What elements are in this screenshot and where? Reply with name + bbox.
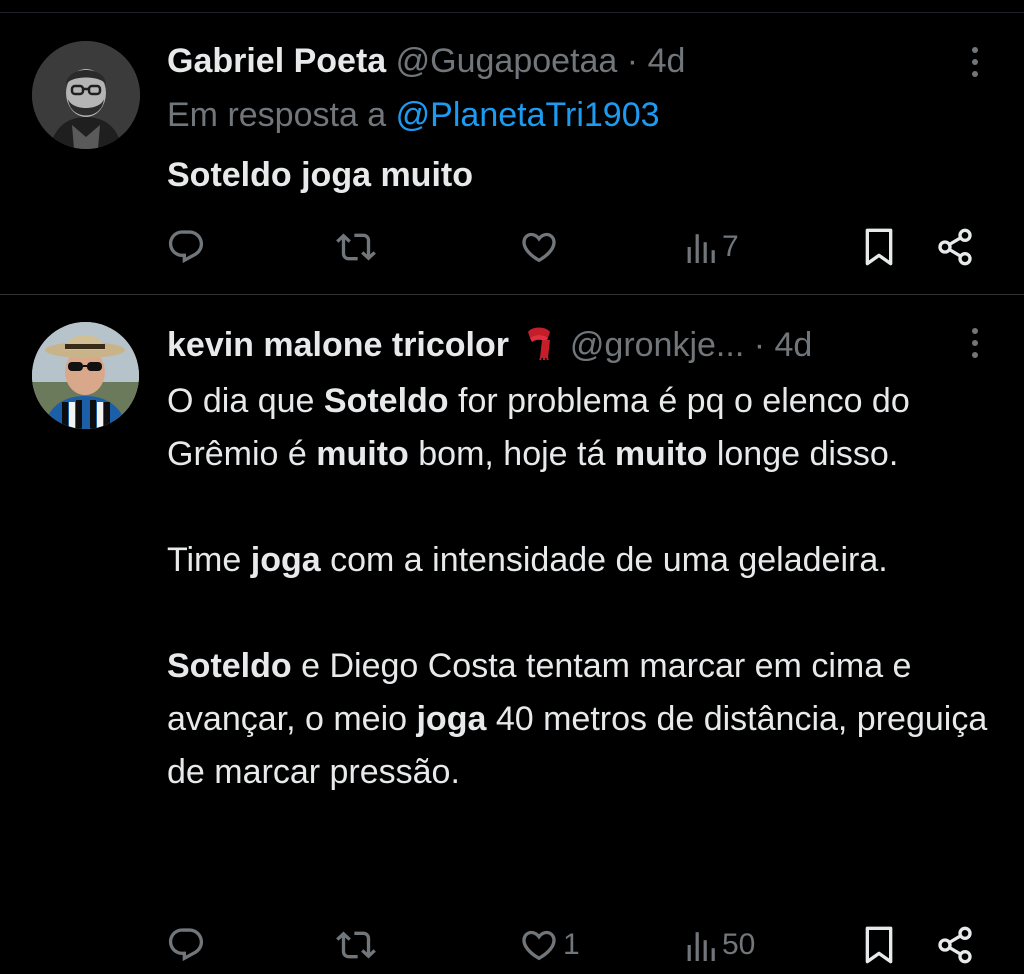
separator-dot: · (753, 326, 766, 364)
tweet-header: kevin malone tricolor @gronkje... · 4d (167, 324, 812, 369)
reply-prefix: Em resposta a (167, 96, 387, 134)
reply-button[interactable] (166, 923, 210, 967)
heart-icon (522, 232, 556, 263)
avatar[interactable] (32, 322, 139, 429)
reply-icon (168, 928, 204, 962)
highlight-term: joga (250, 541, 321, 579)
like-count: 1 (563, 928, 580, 961)
author-name[interactable]: kevin malone tricolor (167, 326, 509, 364)
text-segment: com a intensidade de uma geladeira. (320, 541, 888, 579)
paragraph-3: Soteldo e Diego Costa tentam marcar em c… (167, 640, 1007, 799)
like-button[interactable]: 1 (519, 923, 580, 967)
tweet-header: Gabriel Poeta @Gugapoetaa · 4d (167, 41, 685, 81)
action-bar: 1 50 (0, 923, 1024, 967)
timestamp[interactable]: 4d (648, 42, 686, 80)
separator-dot: · (626, 42, 639, 80)
bookmark-button[interactable] (862, 225, 896, 269)
author-handle[interactable]: @Gugapoetaa (396, 42, 618, 80)
tweet-kevin-malone[interactable]: kevin malone tricolor @gronkje... · 4d O… (0, 295, 1024, 974)
tweet-text: Soteldo joga muito (167, 156, 473, 194)
avatar[interactable] (32, 41, 140, 149)
retweet-button[interactable] (336, 923, 380, 967)
timestamp[interactable]: 4d (775, 326, 813, 364)
share-button[interactable] (935, 225, 975, 269)
paragraph-2: Time joga com a intensidade de uma gelad… (167, 534, 1007, 587)
reply-context: Em resposta a @PlanetaTri1903 (167, 95, 660, 135)
author-handle[interactable]: @gronkje... (570, 326, 744, 364)
text-segment: O dia que (167, 382, 324, 420)
highlight-term: joga (416, 700, 487, 738)
author-name[interactable]: Gabriel Poeta (167, 42, 386, 80)
highlight-term: Soteldo (323, 382, 449, 420)
reply-mention-link[interactable]: @PlanetaTri1903 (396, 96, 660, 134)
highlight-term: muito (614, 435, 708, 473)
highlight-term: Soteldo (167, 647, 292, 685)
avatar-image (32, 41, 140, 149)
retweet-icon (336, 931, 376, 959)
scarf-emoji-icon (522, 324, 556, 369)
heart-icon (522, 930, 556, 961)
avatar-image (32, 322, 139, 429)
like-button[interactable] (519, 225, 563, 269)
reply-icon (168, 230, 204, 264)
share-button[interactable] (935, 923, 975, 967)
text-segment: bom, hoje tá (408, 435, 615, 473)
bookmark-button[interactable] (862, 923, 896, 967)
reply-button[interactable] (166, 225, 210, 269)
retweet-button[interactable] (336, 225, 380, 269)
highlight-term: muito (316, 435, 409, 473)
tweet-text: O dia que Soteldo for problema é pq o el… (167, 375, 1007, 799)
retweet-icon (336, 233, 376, 261)
view-count: 7 (722, 230, 739, 263)
tweet-gabriel-poeta[interactable]: Gabriel Poeta @Gugapoetaa · 4d Em respos… (0, 0, 1024, 294)
bookmark-icon (865, 926, 893, 964)
views-button[interactable]: 7 (686, 225, 739, 269)
views-button[interactable]: 50 (686, 923, 755, 967)
more-vertical-icon[interactable] (970, 47, 980, 77)
bookmark-icon (865, 228, 893, 266)
views-chart-icon (687, 932, 715, 961)
share-icon (938, 926, 972, 964)
text-segment: Time (167, 541, 251, 579)
more-vertical-icon[interactable] (970, 328, 980, 358)
text-segment: longe disso. (707, 435, 899, 473)
view-count: 50 (722, 928, 756, 961)
action-bar: 7 (0, 225, 1024, 269)
share-icon (938, 228, 972, 266)
paragraph-1: O dia que Soteldo for problema é pq o el… (167, 375, 1007, 481)
views-chart-icon (687, 234, 715, 263)
